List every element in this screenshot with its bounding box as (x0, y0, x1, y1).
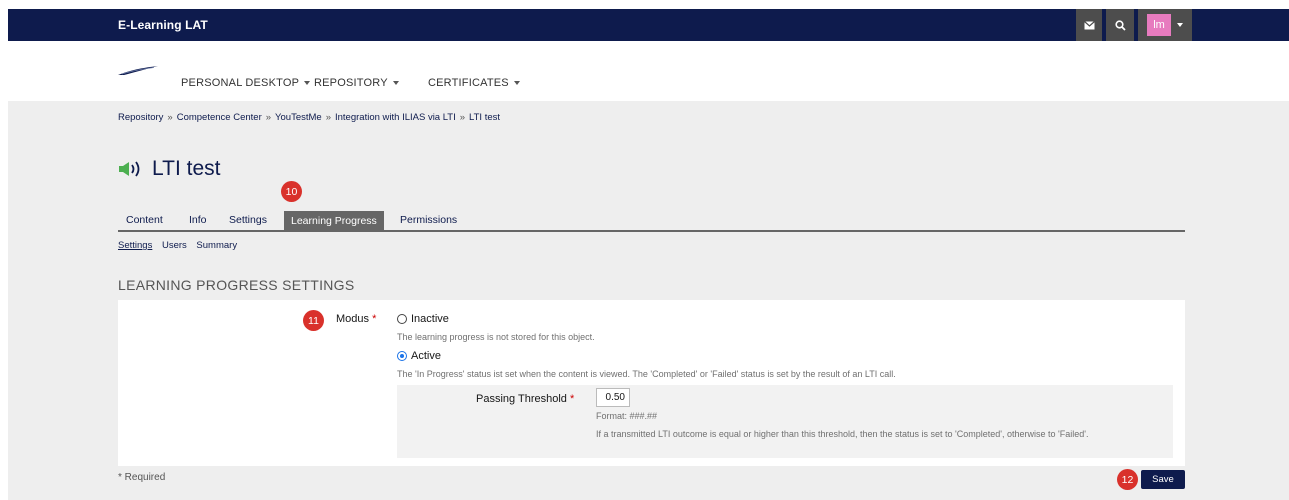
tab-learning-progress[interactable]: Learning Progress (284, 211, 384, 232)
radio-inactive-control[interactable] (397, 314, 407, 324)
search-icon (1114, 19, 1126, 31)
threshold-help-text: If a transmitted LTI outcome is equal or… (596, 429, 1089, 439)
breadcrumb-separator: » (325, 112, 331, 123)
app-title[interactable]: E-Learning LAT (118, 18, 208, 32)
radio-active[interactable]: Active (397, 350, 441, 362)
section-title: LEARNING PROGRESS SETTINGS (118, 277, 355, 293)
breadcrumb: Repository» Competence Center» YouTestMe» I… (118, 112, 500, 123)
breadcrumb-item[interactable]: Repository (118, 112, 163, 123)
page-header: LTI test (118, 157, 220, 181)
breadcrumb-separator: » (265, 112, 272, 123)
content-area: Repository» Competence Center» YouTestMe» I… (8, 101, 1289, 500)
subtab-settings[interactable]: Settings (118, 240, 152, 251)
tab-content[interactable]: Content (126, 214, 163, 226)
menu-personal-desktop[interactable]: PERSONAL DESKTOP (181, 77, 311, 89)
subtab-summary[interactable]: Summary (196, 240, 237, 251)
modus-label-text: Modus (336, 313, 370, 325)
required-marker: * (569, 393, 575, 405)
subtab-users[interactable]: Users (162, 240, 187, 251)
chevron-down-icon (1177, 23, 1183, 27)
breadcrumb-separator: » (167, 112, 173, 123)
active-help-text: The 'In Progress' status ist set when th… (397, 369, 896, 379)
breadcrumb-item[interactable]: YouTestMe (275, 112, 322, 123)
annotation-badge-10: 10 (281, 181, 302, 202)
top-bar-strip: E-Learning LAT lm (8, 9, 1289, 41)
annotation-badge-11: 11 (303, 310, 324, 331)
search-button[interactable] (1106, 9, 1134, 41)
required-marker: * (372, 313, 377, 325)
chevron-down-icon (304, 81, 311, 85)
logo[interactable] (118, 66, 158, 76)
lti-sound-icon (119, 161, 140, 177)
save-button[interactable]: Save (1141, 470, 1185, 489)
chevron-down-icon (392, 81, 399, 85)
subtab-bar: Settings Users Summary (118, 240, 244, 251)
tab-permissions[interactable]: Permissions (400, 214, 457, 226)
threshold-subpanel: Passing Threshold * 0.50 Format: ###.## … (397, 385, 1173, 458)
threshold-format-hint: Format: ###.## (596, 411, 658, 421)
mail-icon (1083, 20, 1095, 29)
breadcrumb-item[interactable]: Competence Center (177, 112, 262, 123)
menu-certificates[interactable]: CERTIFICATES (428, 77, 520, 89)
radio-inactive[interactable]: Inactive (397, 313, 449, 325)
learning-progress-form: 11 Modus * Inactive The learning progres… (118, 300, 1185, 466)
modus-label: Modus * (336, 313, 376, 325)
breadcrumb-item[interactable]: Integration with ILIAS via LTI (335, 112, 456, 123)
user-menu-button[interactable]: lm (1138, 9, 1192, 41)
menu-repository[interactable]: REPOSITORY (314, 77, 399, 89)
tab-bar: Content Info Settings Learning Progress … (118, 211, 1185, 232)
threshold-label: Passing Threshold * (476, 393, 574, 405)
inactive-help-text: The learning progress is not stored for … (397, 332, 595, 342)
top-bar: E-Learning LAT lm (0, 0, 1289, 50)
mail-button[interactable] (1076, 9, 1102, 41)
annotation-badge-12: 12 (1117, 469, 1138, 490)
menu-certificates-label: CERTIFICATES (428, 77, 509, 89)
required-note: * Required (118, 472, 166, 483)
threshold-label-text: Passing Threshold (476, 393, 567, 405)
radio-active-label[interactable]: Active (411, 350, 441, 362)
radio-inactive-label[interactable]: Inactive (411, 313, 449, 325)
avatar: lm (1147, 14, 1171, 36)
main-menu: PERSONAL DESKTOP REPOSITORY CERTIFICATES (0, 50, 1289, 101)
chevron-down-icon (513, 81, 520, 85)
radio-active-control[interactable] (397, 351, 407, 361)
tab-settings[interactable]: Settings (229, 214, 267, 226)
threshold-input[interactable]: 0.50 (596, 388, 630, 407)
breadcrumb-item[interactable]: LTI test (469, 112, 500, 123)
menu-personal-desktop-label: PERSONAL DESKTOP (181, 77, 300, 89)
menu-repository-label: REPOSITORY (314, 77, 388, 89)
page-title: LTI test (152, 157, 221, 180)
tab-info[interactable]: Info (189, 214, 207, 226)
breadcrumb-separator: » (459, 112, 466, 123)
